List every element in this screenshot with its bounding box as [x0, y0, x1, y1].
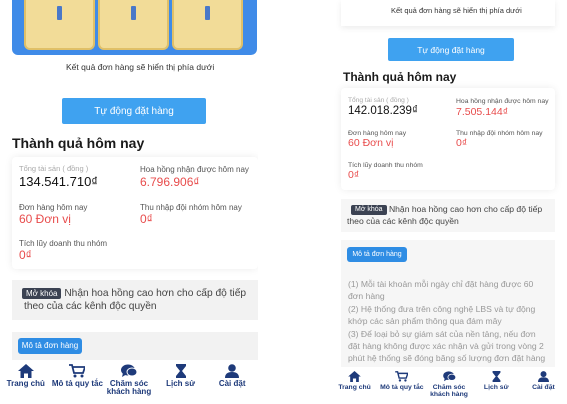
nav-rules-label: Mô tả quy tắc — [51, 379, 103, 388]
total-assets-value: 142.018.239₫ — [348, 105, 418, 117]
auto-order-button[interactable]: Tự động đặt hàng — [62, 98, 206, 124]
commission-label: Hoa hồng nhận được hôm nay — [456, 98, 549, 105]
order-description-section: Mô tả đơn hàng — [12, 332, 258, 362]
nav-home-label: Trang chủ — [338, 384, 371, 391]
result-note: Kết quả đơn hàng sẽ hiển thị phía dưới — [66, 62, 215, 72]
nav-rules-label: Mô tả quy tắc — [380, 384, 424, 391]
order-machine-graphic — [12, 0, 257, 55]
nav-settings-label: Cài đặt — [218, 379, 246, 388]
nav-history[interactable]: Lịch sử — [473, 371, 520, 404]
unlock-text-line2: theo của các kênh độc quyền — [347, 216, 459, 226]
home-icon — [17, 364, 34, 378]
rule-line: (3) Để loại bỏ sự giám sát của nền tảng,… — [348, 328, 536, 339]
commission-label: Hoa hồng nhận được hôm nay — [140, 165, 249, 174]
unlock-badge: Mở khóa — [22, 288, 62, 299]
machine-slot — [98, 0, 169, 50]
nav-support-label-2: khách hàng — [430, 391, 468, 399]
result-note: Kết quả đơn hàng sẽ hiển thị phía dưới — [391, 6, 522, 15]
cart-icon — [69, 364, 86, 378]
rule-line: (2) Hệ thống đưa trên công nghệ LBS và t… — [348, 303, 536, 314]
nav-support[interactable]: Chăm sóc khách hàng — [425, 371, 472, 404]
nav-support[interactable]: Chăm sóc khách hàng — [103, 364, 155, 404]
unlock-text-line1: Nhận hoa hồng cao hơn cho cấp độ tiếp — [388, 204, 543, 214]
home-icon — [348, 371, 361, 382]
right-screen: Kết quả đơn hàng sẽ hiển thị phía dưới T… — [331, 0, 567, 404]
team-income-label: Thu nhập đội nhóm hôm nay — [456, 130, 543, 137]
machine-slot — [172, 0, 243, 50]
nav-support-label-2: khách hàng — [106, 387, 152, 397]
nav-rules[interactable]: Mô tả quy tắc — [52, 364, 104, 404]
team-income-value: 0₫ — [140, 212, 153, 226]
rule-line: khớp các sản phẩm thông qua đám mây — [348, 316, 502, 327]
rule-line: đặt hàng không được xác nhận và gửi tron… — [348, 341, 544, 352]
unlock-text-line2: theo của các kênh độc quyền — [24, 301, 157, 312]
total-assets-label: Tổng tài sản ( đồng ) — [348, 97, 409, 104]
rule-line: đơn hàng — [348, 291, 385, 302]
nav-support-label-1: Chăm sóc — [432, 384, 466, 391]
order-rules: (1) Mỗi tài khoản mỗi ngày chỉ đặt hàng … — [348, 278, 554, 365]
nav-rules[interactable]: Mô tả quy tắc — [378, 371, 425, 404]
commission-value: 7.505.144₫ — [456, 106, 509, 118]
nav-settings[interactable]: Cài đặt — [520, 371, 567, 404]
hourglass-icon — [175, 364, 186, 378]
orders-label: Đơn hàng hôm nay — [348, 130, 407, 137]
team-income-label: Thu nhập đội nhóm hôm nay — [140, 203, 242, 212]
nav-home-label: Trang chủ — [6, 379, 45, 388]
user-icon — [225, 364, 240, 378]
orders-label: Đơn hàng hôm nay — [19, 203, 88, 212]
team-revenue-value: 0₫ — [348, 169, 360, 181]
section-title: Thành quả hôm nay — [12, 135, 145, 151]
rule-line: (1) Mỗi tài khoản mỗi ngày chỉ đặt hàng … — [348, 279, 534, 289]
unlock-banner[interactable]: Mở khóa Nhận hoa hồng cao hơn cho cấp độ… — [341, 199, 555, 232]
commission-value: 6.796.906₫ — [140, 175, 200, 189]
nav-home[interactable]: Trang chủ — [0, 364, 52, 404]
bottom-nav: Trang chủ Mô tả quy tắc Chăm sóc khách h… — [0, 360, 258, 404]
order-description-button[interactable]: Mô tả đơn hàng — [347, 247, 407, 262]
total-assets-label: Tổng tài sản ( đồng ) — [19, 164, 89, 173]
total-assets-value: 134.541.710₫ — [19, 174, 98, 189]
nav-settings[interactable]: Cài đặt — [206, 364, 258, 404]
rule-line: phút hệ thống sẽ đóng băng số lượng đơn … — [348, 353, 546, 364]
team-revenue-label: Tích lũy doanh thu nhóm — [348, 162, 423, 169]
team-revenue-value: 0₫ — [19, 248, 32, 262]
unlock-text-line1: Nhận hoa hồng cao hơn cho cấp độ tiếp — [64, 288, 247, 300]
bottom-nav: Trang chủ Mô tả quy tắc Chăm sóc khách h… — [331, 367, 567, 404]
user-icon — [537, 371, 549, 382]
nav-settings-label: Cài đặt — [532, 384, 555, 391]
nav-history-label: Lịch sử — [166, 379, 196, 388]
section-title: Thành quả hôm nay — [343, 70, 457, 84]
unlock-banner[interactable]: Mở khóa Nhận hoa hồng cao hơn cho cấp độ… — [12, 280, 258, 320]
team-income-value: 0₫ — [456, 137, 468, 149]
nav-history-label: Lịch sử — [483, 384, 509, 391]
chat-icon — [120, 364, 137, 377]
hourglass-icon — [492, 371, 501, 382]
order-description-section: Mô tả đơn hàng (1) Mỗi tài khoản mỗi ngà… — [341, 240, 555, 368]
team-revenue-label: Tích lũy doanh thu nhóm — [19, 239, 108, 248]
auto-order-button[interactable]: Tự động đặt hàng — [388, 38, 514, 61]
left-screen: Kết quả đơn hàng sẽ hiển thị phía dưới T… — [0, 0, 258, 404]
chat-icon — [442, 371, 456, 382]
order-description-button[interactable]: Mô tả đơn hàng — [18, 338, 82, 354]
cart-icon — [395, 371, 409, 382]
unlock-badge: Mở khóa — [351, 204, 387, 215]
orders-value: 60 Đơn vị — [348, 137, 394, 149]
nav-home[interactable]: Trang chủ — [331, 371, 378, 404]
orders-value: 60 Đơn vị — [19, 212, 71, 226]
machine-slot — [24, 0, 95, 50]
nav-history[interactable]: Lịch sử — [155, 364, 207, 404]
